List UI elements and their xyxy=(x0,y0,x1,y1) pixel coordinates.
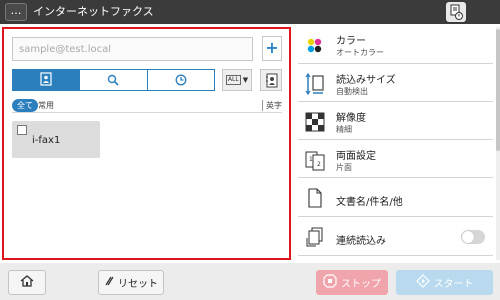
start-icon xyxy=(415,274,430,291)
add-address-button[interactable]: + xyxy=(262,36,282,61)
page-title: インターネットファクス xyxy=(33,5,154,18)
settings-panel: カラー オートカラー 読込みサイズ 自動検出 解像度 精細 1 2 両面設定 片… xyxy=(298,27,493,260)
scan-size-icon xyxy=(304,72,326,99)
index-dropdown[interactable]: ALL ▼ xyxy=(222,69,252,91)
filter-all[interactable]: 全て xyxy=(12,99,38,112)
index-dropdown-label: ALL xyxy=(225,75,241,85)
title-bar: … インターネットファクス xyxy=(0,0,500,24)
setting-value: 自動検出 xyxy=(336,87,368,96)
setting-document-name[interactable]: 文書名/件名/他 xyxy=(298,179,493,217)
setting-scan-size[interactable]: 読込みサイズ 自動検出 xyxy=(298,65,493,102)
setting-continuous-scan[interactable]: 連続読込み xyxy=(298,218,493,256)
home-icon xyxy=(19,274,35,291)
setting-duplex[interactable]: 1 2 両面設定 片面 xyxy=(298,141,493,178)
reset-label: リセット xyxy=(118,279,158,290)
start-button[interactable]: スタート xyxy=(396,270,493,295)
settings-scrollbar[interactable] xyxy=(496,27,500,260)
setting-label: 文書名/件名/他 xyxy=(336,197,403,208)
chevron-down-icon: ▼ xyxy=(242,76,249,84)
setting-label: 両面設定 xyxy=(336,151,376,162)
setting-label: カラー xyxy=(336,36,366,47)
reset-icon xyxy=(104,276,114,289)
svg-text:2: 2 xyxy=(317,161,321,168)
home-button[interactable] xyxy=(8,270,46,295)
job-status-icon[interactable] xyxy=(446,2,466,22)
bottom-bar: リセット ストップ スタート xyxy=(0,263,500,300)
setting-value: 片面 xyxy=(336,163,352,172)
address-input[interactable] xyxy=(12,37,253,61)
svg-text:1: 1 xyxy=(309,156,313,163)
setting-label: 解像度 xyxy=(336,113,366,124)
destination-name: i-fax1 xyxy=(32,135,61,146)
tab-search[interactable] xyxy=(80,70,148,90)
resolution-icon xyxy=(304,111,326,137)
tab-history[interactable] xyxy=(147,70,214,90)
setting-value: オートカラー xyxy=(336,48,384,57)
address-book-detail-button[interactable] xyxy=(260,69,282,91)
setting-label: 読込みサイズ xyxy=(336,75,396,86)
search-icon xyxy=(107,71,120,90)
continuous-scan-icon xyxy=(304,226,326,252)
scrollbar-thumb[interactable] xyxy=(496,29,500,151)
menu-button[interactable]: … xyxy=(5,3,27,21)
destination-checkbox[interactable] xyxy=(17,125,27,135)
destination-item[interactable]: i-fax1 xyxy=(12,121,100,158)
stop-label: ストップ xyxy=(341,279,381,290)
setting-value: 精細 xyxy=(336,125,352,134)
color-dots-icon xyxy=(304,36,326,60)
filter-alphabet[interactable]: 英字 xyxy=(262,100,282,111)
stop-button[interactable]: ストップ xyxy=(316,270,388,295)
filter-common[interactable]: 常用 xyxy=(38,100,54,111)
setting-color[interactable]: カラー オートカラー xyxy=(298,27,493,64)
setting-label: 連続読込み xyxy=(336,236,386,247)
destination-panel: + xyxy=(2,27,291,260)
setting-resolution[interactable]: 解像度 精細 xyxy=(298,103,493,140)
index-filter-row: 全て 常用 英字 xyxy=(12,97,282,113)
address-book-icon xyxy=(261,73,283,96)
stop-icon xyxy=(323,274,337,291)
continuous-scan-toggle[interactable] xyxy=(461,230,485,244)
tab-address-book[interactable] xyxy=(13,70,81,90)
reset-button[interactable]: リセット xyxy=(98,270,164,295)
duplex-icon: 1 2 xyxy=(304,149,326,175)
document-name-icon xyxy=(304,187,326,213)
address-book-icon xyxy=(40,71,52,90)
search-tabs xyxy=(12,69,215,91)
start-label: スタート xyxy=(433,279,474,290)
history-clock-icon xyxy=(175,71,187,90)
